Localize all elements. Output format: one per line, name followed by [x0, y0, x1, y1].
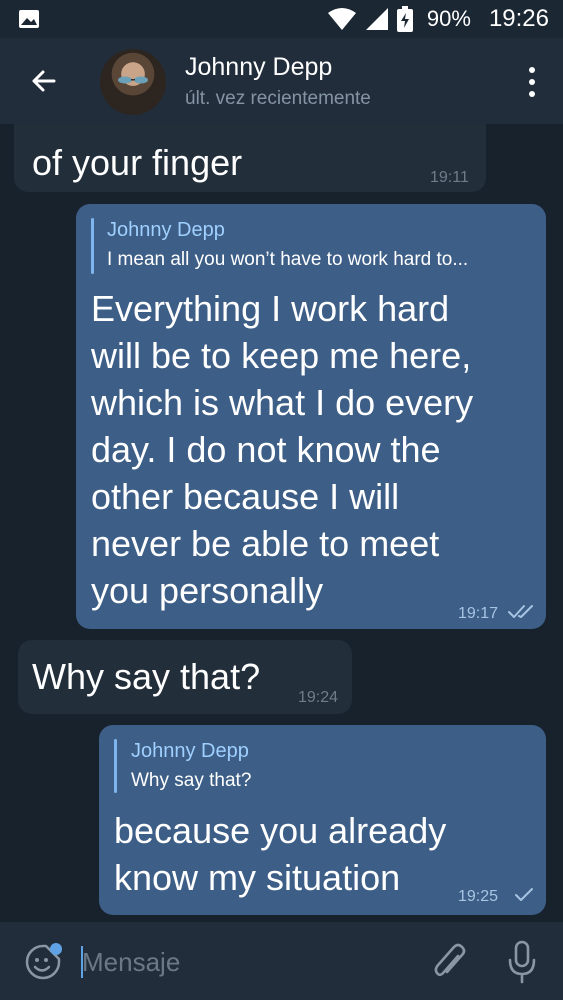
more-vert-icon[interactable] [527, 66, 537, 98]
reply-snippet: I mean all you won’t have to work hard t… [107, 249, 469, 270]
message-text: of your finger [32, 142, 243, 183]
message-text: Everything I work hard will be to keep m… [91, 288, 474, 611]
message-time: 19:11 [430, 169, 469, 186]
message-bubble-outgoing[interactable]: Johnny Depp I mean all you won’t have to… [76, 204, 546, 629]
clock: 19:26 [488, 5, 549, 32]
message-bubble-incoming[interactable]: of your finger 19:11 [14, 124, 486, 192]
message-bubble-outgoing[interactable]: Johnny Depp Why say that? because you al… [99, 725, 546, 915]
back-arrow-icon[interactable] [24, 61, 64, 101]
contact-name[interactable]: Johnny Depp [185, 53, 332, 82]
reply-quote-bar [114, 739, 117, 793]
message-time: 19:24 [298, 689, 339, 706]
message-time: 19:25 [458, 888, 499, 905]
battery-percent: 90% [426, 6, 471, 31]
avatar-glasses-shape [118, 76, 148, 84]
single-check-sent-icon [515, 888, 533, 901]
message-time: 19:17 [458, 605, 499, 622]
image-icon [19, 10, 39, 28]
message-bubble-incoming[interactable]: Why say that? 19:24 [18, 640, 352, 714]
wifi-icon [327, 8, 356, 30]
signal-icon [365, 8, 388, 30]
message-input[interactable] [82, 942, 402, 982]
message-list[interactable]: of your finger 19:11 Johnny Depp I mean … [0, 124, 563, 920]
status-bar: 90% 19:26 [0, 0, 563, 38]
chat-header: Johnny Depp últ. vez recientemente [0, 38, 563, 124]
reply-quote-bar [91, 218, 94, 274]
reply-snippet: Why say that? [131, 770, 252, 791]
battery-charging-icon [396, 6, 413, 32]
sticker-emoji-icon[interactable] [24, 943, 62, 981]
reply-author: Johnny Depp [107, 219, 225, 241]
microphone-icon[interactable] [506, 940, 538, 984]
message-composer [0, 922, 563, 1000]
avatar[interactable] [100, 49, 166, 115]
message-text: because you already know my situation [114, 810, 447, 898]
paperclip-icon[interactable] [432, 942, 468, 982]
double-check-read-icon [508, 605, 533, 618]
reply-author: Johnny Depp [131, 740, 249, 762]
contact-last-seen: últ. vez recientemente [185, 88, 371, 109]
message-text: Why say that? [32, 656, 261, 697]
